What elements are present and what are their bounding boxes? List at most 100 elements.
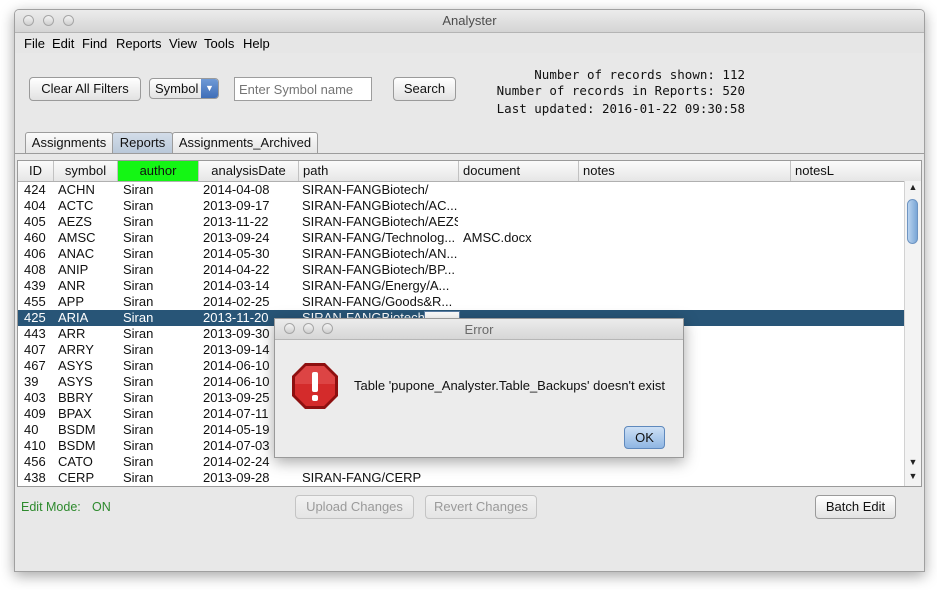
column-header-analysisdate[interactable]: analysisDate <box>199 161 299 181</box>
cell-id[interactable]: 406 <box>24 246 54 262</box>
cell-path[interactable]: SIRAN-FANGBiotech/ <box>302 182 458 198</box>
menu-help[interactable]: Help <box>243 36 270 51</box>
table-row[interactable]: 404 ACTC Siran 2013-09-17 SIRAN-FANGBiotech/… <box>18 198 907 214</box>
column-header-author[interactable]: author <box>118 161 199 181</box>
cell-path[interactable]: SIRAN-FANGBiotech/AN... <box>302 246 458 262</box>
cell-analysisdate[interactable]: 2014-04-08 <box>203 182 299 198</box>
menu-file[interactable]: File <box>24 36 45 51</box>
cell-author[interactable]: Siran <box>123 406 199 422</box>
menu-tools[interactable]: Tools <box>204 36 234 51</box>
cell-author[interactable]: Siran <box>123 326 199 342</box>
cell-symbol[interactable]: ANIP <box>58 262 118 278</box>
cell-id[interactable]: 424 <box>24 182 54 198</box>
table-row[interactable]: 460 AMSC Siran 2013-09-24 SIRAN-FANG/Technol… <box>18 230 907 246</box>
cell-path[interactable]: SIRAN-FANGBiotech/BP... <box>302 262 458 278</box>
cell-symbol[interactable]: ACTC <box>58 198 118 214</box>
cell-symbol[interactable]: ASYS <box>58 358 118 374</box>
cell-id[interactable]: 438 <box>24 470 54 486</box>
column-header-id[interactable]: ID <box>18 161 54 181</box>
column-header-notesl[interactable]: notesL <box>791 161 921 181</box>
dialog-minimize-button[interactable] <box>303 323 314 334</box>
cell-analysisdate[interactable]: 2013-09-24 <box>203 230 299 246</box>
cell-id[interactable]: 467 <box>24 358 54 374</box>
cell-author[interactable]: Siran <box>123 198 199 214</box>
cell-analysisdate[interactable]: 2014-04-22 <box>203 262 299 278</box>
cell-symbol[interactable]: AMSC <box>58 230 118 246</box>
cell-id[interactable]: 403 <box>24 390 54 406</box>
tab-assignments-archived[interactable]: Assignments_Archived <box>172 132 318 154</box>
revert-changes-button[interactable]: Revert Changes <box>425 495 537 519</box>
cell-author[interactable]: Siran <box>123 262 199 278</box>
cell-analysisdate[interactable]: 2014-02-25 <box>203 294 299 310</box>
cell-symbol[interactable]: APP <box>58 294 118 310</box>
cell-author[interactable]: Siran <box>123 278 199 294</box>
menu-reports[interactable]: Reports <box>116 36 162 51</box>
cell-symbol[interactable]: BPAX <box>58 406 118 422</box>
cell-id[interactable]: 409 <box>24 406 54 422</box>
symbol-search-input[interactable] <box>234 77 372 101</box>
clear-all-filters-button[interactable]: Clear All Filters <box>29 77 141 101</box>
ok-button[interactable]: OK <box>624 426 665 449</box>
cell-symbol[interactable]: ANR <box>58 278 118 294</box>
column-header-symbol[interactable]: symbol <box>54 161 118 181</box>
scroll-down-icon[interactable]: ▼ <box>905 471 921 481</box>
cell-author[interactable]: Siran <box>123 230 199 246</box>
upload-changes-button[interactable]: Upload Changes <box>295 495 414 519</box>
cell-id[interactable]: 408 <box>24 262 54 278</box>
scroll-up-icon[interactable]: ▲ <box>905 182 921 192</box>
cell-analysisdate[interactable]: 2014-03-14 <box>203 278 299 294</box>
cell-path[interactable]: SIRAN-FANGBiotech/AEZS <box>302 214 458 230</box>
tab-reports[interactable]: Reports <box>112 132 173 154</box>
cell-path[interactable]: SIRAN-FANG/Goods&R... <box>302 294 458 310</box>
cell-id[interactable]: 425 <box>24 310 54 326</box>
cell-author[interactable]: Siran <box>123 454 199 470</box>
table-row[interactable]: 405 AEZS Siran 2013-11-22 SIRAN-FANGBiotech/… <box>18 214 907 230</box>
table-row[interactable]: 406 ANAC Siran 2014-05-30 SIRAN-FANGBiotech/… <box>18 246 907 262</box>
cell-symbol[interactable]: AEZS <box>58 214 118 230</box>
cell-symbol[interactable]: ASYS <box>58 374 118 390</box>
cell-id[interactable]: 40 <box>24 422 54 438</box>
cell-id[interactable]: 39 <box>24 374 54 390</box>
cell-id[interactable]: 439 <box>24 278 54 294</box>
cell-analysisdate[interactable]: 2013-11-22 <box>203 214 299 230</box>
table-row[interactable]: 439 ANR Siran 2014-03-14 SIRAN-FANG/Energy/A… <box>18 278 907 294</box>
menu-view[interactable]: View <box>169 36 197 51</box>
cell-path[interactable]: SIRAN-FANGBiotech/AC... <box>302 198 458 214</box>
cell-id[interactable]: 407 <box>24 342 54 358</box>
tab-assignments[interactable]: Assignments <box>25 132 113 154</box>
cell-document[interactable]: AMSC.docx <box>463 230 577 246</box>
menu-edit[interactable]: Edit <box>52 36 74 51</box>
cell-author[interactable]: Siran <box>123 390 199 406</box>
cell-symbol[interactable]: ARR <box>58 326 118 342</box>
cell-path[interactable]: SIRAN-FANG/CERP <box>302 470 458 486</box>
search-button[interactable]: Search <box>393 77 456 101</box>
table-row[interactable]: 455 APP Siran 2014-02-25 SIRAN-FANG/Goods&R.… <box>18 294 907 310</box>
cell-author[interactable]: Siran <box>123 294 199 310</box>
scroll-down-icon[interactable]: ▼ <box>905 457 921 467</box>
cell-analysisdate[interactable]: 2013-09-17 <box>203 198 299 214</box>
cell-id[interactable]: 410 <box>24 438 54 454</box>
cell-analysisdate[interactable]: 2013-09-28 <box>203 470 299 486</box>
cell-author[interactable]: Siran <box>123 182 199 198</box>
cell-symbol[interactable]: ARRY <box>58 342 118 358</box>
cell-symbol[interactable]: CATO <box>58 454 118 470</box>
cell-symbol[interactable]: BSDM <box>58 422 118 438</box>
cell-id[interactable]: 405 <box>24 214 54 230</box>
cell-author[interactable]: Siran <box>123 470 199 486</box>
cell-author[interactable]: Siran <box>123 310 199 326</box>
cell-analysisdate[interactable]: 2014-05-30 <box>203 246 299 262</box>
column-header-document[interactable]: document <box>459 161 579 181</box>
cell-symbol[interactable]: ACHN <box>58 182 118 198</box>
cell-author[interactable]: Siran <box>123 214 199 230</box>
cell-id[interactable]: 443 <box>24 326 54 342</box>
dialog-zoom-button[interactable] <box>322 323 333 334</box>
cell-symbol[interactable]: CERP <box>58 470 118 486</box>
column-header-notes[interactable]: notes <box>579 161 791 181</box>
column-header-path[interactable]: path <box>299 161 459 181</box>
symbol-select[interactable]: Symbol ▼ <box>149 78 219 99</box>
cell-id[interactable]: 456 <box>24 454 54 470</box>
vertical-scrollbar[interactable]: ▲ ▼ ▼ <box>904 181 921 486</box>
cell-author[interactable]: Siran <box>123 358 199 374</box>
cell-author[interactable]: Siran <box>123 438 199 454</box>
cell-author[interactable]: Siran <box>123 374 199 390</box>
